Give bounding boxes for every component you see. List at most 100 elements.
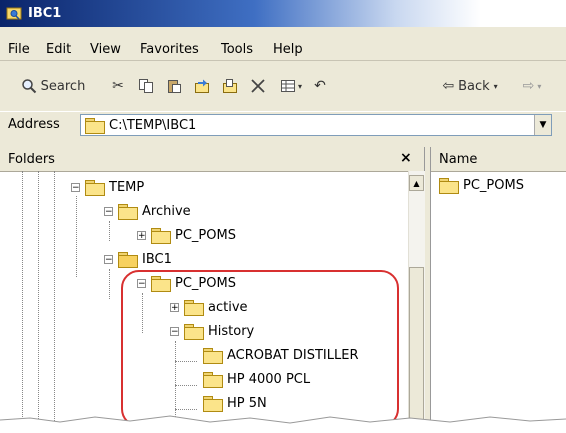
menu-favorites[interactable]: Favorites: [140, 42, 199, 57]
back-label: Back: [458, 78, 490, 94]
folder-icon: [439, 178, 459, 194]
menu-view[interactable]: View: [90, 42, 121, 57]
move-to-button[interactable]: [192, 77, 212, 95]
folder-tree: − TEMP − Archive + PC_POMS − IBC1 − PC_P…: [0, 171, 408, 433]
copy-to-button[interactable]: [220, 77, 240, 95]
tree-item-label: PC_POMS: [175, 227, 236, 243]
collapse-icon[interactable]: −: [104, 206, 113, 216]
close-icon[interactable]: ×: [400, 150, 412, 166]
folder-icon: [203, 371, 223, 388]
folder-icon: [85, 118, 105, 134]
file-item-label: PC_POMS: [463, 178, 524, 193]
open-folder-icon: [118, 251, 138, 268]
paste-button[interactable]: [164, 77, 184, 95]
undo-button[interactable]: ↶: [310, 77, 330, 95]
window-title: IBC1: [28, 6, 62, 21]
scroll-thumb[interactable]: [409, 267, 424, 433]
tree-guide: [175, 361, 197, 362]
explorer-window: IBC1 File Edit View Favorites Tools Help…: [0, 0, 566, 433]
menu-tools[interactable]: Tools: [221, 42, 253, 57]
paste-icon: [168, 80, 181, 93]
collapse-icon[interactable]: −: [71, 182, 80, 192]
tree-item-label: Archive: [142, 203, 191, 219]
tree-guide: [22, 171, 23, 433]
file-item-pc-poms[interactable]: PC_POMS: [439, 178, 524, 194]
folder-icon: [203, 347, 223, 364]
menu-file[interactable]: File: [8, 42, 30, 57]
chevron-down-icon: ▾: [537, 81, 542, 91]
search-icon: [21, 79, 36, 94]
title-bar[interactable]: IBC1: [0, 0, 566, 27]
expand-icon[interactable]: +: [170, 302, 179, 312]
folders-title: Folders: [8, 152, 55, 167]
forward-button[interactable]: ⇨ ▾: [518, 77, 546, 95]
address-dropdown-button[interactable]: ▼: [534, 115, 551, 135]
explorer-app-icon: [6, 7, 22, 20]
back-arrow-icon: ⇦: [442, 78, 455, 94]
tree-item-label: active: [208, 299, 248, 315]
menu-help[interactable]: Help: [273, 42, 303, 57]
collapse-icon[interactable]: −: [137, 278, 146, 288]
tree-guide: [54, 171, 55, 433]
chevron-down-icon: ▾: [297, 81, 302, 91]
tree-item-history[interactable]: − History: [170, 321, 254, 341]
cut-button[interactable]: ✂: [108, 77, 128, 95]
tree-guide: [38, 171, 39, 433]
tree-item-active[interactable]: + active: [170, 297, 248, 317]
tree-guide: [76, 196, 77, 277]
tree-item-label: ACROBAT DISTILLER: [227, 347, 359, 363]
address-input[interactable]: C:\TEMP\IBC1 ▼: [80, 114, 552, 136]
expand-icon[interactable]: +: [137, 230, 146, 240]
address-value: C:\TEMP\IBC1: [109, 118, 197, 133]
tree-guide: [109, 221, 110, 241]
torn-edge: [0, 415, 566, 433]
tree-guide: [109, 269, 110, 299]
tree-item-label: TEMP: [109, 179, 145, 195]
views-button[interactable]: ▾: [276, 77, 306, 95]
back-button[interactable]: ⇦ Back ▾: [427, 77, 513, 95]
tree-item-hp-4000-pcl[interactable]: HP 4000 PCL: [203, 369, 310, 389]
copy-to-icon: [223, 79, 237, 93]
tree-item-ibc1[interactable]: − IBC1: [104, 249, 172, 269]
folders-header: Folders ×: [0, 147, 424, 172]
toolbar: Search ✂ ▾ ↶ ⇦ Back ▾ ⇨ ▾: [0, 70, 566, 102]
copy-button[interactable]: [136, 77, 156, 95]
tree-item-label: HP 5N: [227, 395, 267, 411]
folder-icon: [151, 227, 171, 244]
tree-item-label: History: [208, 323, 255, 339]
vertical-scrollbar[interactable]: ▲: [408, 171, 425, 433]
chevron-down-icon: ▼: [539, 120, 547, 130]
tree-item-acrobat-distiller[interactable]: ACROBAT DISTILLER: [203, 345, 359, 365]
delete-icon: [251, 79, 265, 93]
tree-guide: [142, 293, 143, 333]
undo-icon: ↶: [314, 78, 326, 94]
scissors-icon: ✂: [112, 78, 124, 94]
name-column-header[interactable]: Name: [431, 147, 566, 172]
scroll-up-button[interactable]: ▲: [409, 175, 424, 191]
tree-guide: [175, 385, 197, 386]
folder-icon: [118, 203, 138, 220]
arrow-up-icon: ▲: [413, 178, 420, 188]
delete-button[interactable]: [248, 77, 268, 95]
copy-icon: [139, 79, 153, 93]
tree-item-temp[interactable]: − TEMP: [71, 177, 144, 197]
move-to-icon: [195, 79, 209, 93]
collapse-icon[interactable]: −: [104, 254, 113, 264]
collapse-icon[interactable]: −: [170, 326, 179, 336]
folder-icon: [184, 299, 204, 316]
search-label: Search: [40, 78, 86, 94]
tree-item-label: PC_POMS: [175, 275, 236, 291]
tree-item-pc-poms[interactable]: − PC_POMS: [137, 273, 236, 293]
folder-icon: [184, 323, 204, 340]
tree-item-label: HP 4000 PCL: [227, 371, 311, 387]
address-label: Address: [8, 117, 60, 132]
tree-item-archive-pc-poms[interactable]: + PC_POMS: [137, 225, 236, 245]
menu-edit[interactable]: Edit: [46, 42, 71, 57]
search-button[interactable]: Search: [8, 77, 98, 95]
folder-icon: [203, 395, 223, 412]
views-grid-icon: [280, 80, 295, 92]
address-bar: Address C:\TEMP\IBC1 ▼: [0, 111, 566, 138]
folders-pane: Folders × − TEMP − Archive + PC_POMS − I…: [0, 147, 425, 433]
forward-arrow-icon: ⇨: [522, 78, 535, 94]
tree-item-archive[interactable]: − Archive: [104, 201, 191, 221]
